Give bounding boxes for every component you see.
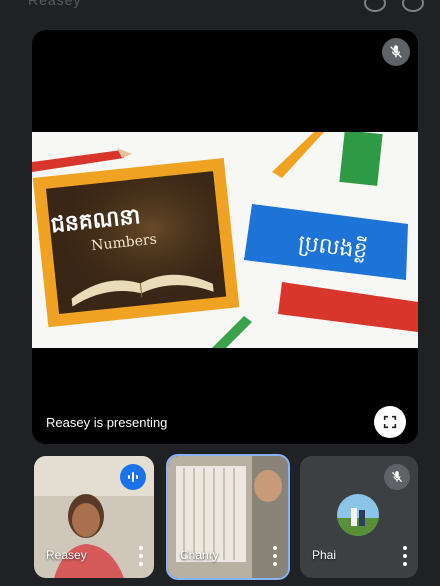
more-vert-icon[interactable] (402, 546, 408, 566)
status-bar: Reasey (0, 0, 440, 22)
participant-tile-chanry[interactable]: Chanry (166, 454, 290, 580)
status-icons (364, 0, 424, 12)
participant-tile-phai[interactable]: Phai (300, 456, 418, 578)
shared-slide: ប្រលងខ្លី ជនគណនា Numbers (32, 132, 418, 348)
participant-tile-reasey[interactable]: Reasey (34, 456, 154, 578)
presentation-tile[interactable]: ប្រលងខ្លី ជនគណនា Numbers Reasey is prese… (32, 30, 418, 444)
audio-wave-icon (120, 464, 146, 490)
more-vert-icon[interactable] (272, 546, 278, 566)
more-vert-icon[interactable] (138, 546, 144, 566)
mic-off-icon (384, 464, 410, 490)
fullscreen-icon (383, 415, 397, 429)
participant-name: Reasey (46, 548, 87, 562)
status-bar-text: Reasey (28, 0, 82, 8)
participant-name: Phai (312, 548, 337, 562)
fullscreen-button[interactable] (374, 406, 406, 438)
mic-off-icon (382, 38, 410, 66)
presenting-label: Reasey is presenting (46, 415, 168, 430)
participant-name: Chanry (180, 548, 219, 562)
avatar (337, 494, 379, 536)
